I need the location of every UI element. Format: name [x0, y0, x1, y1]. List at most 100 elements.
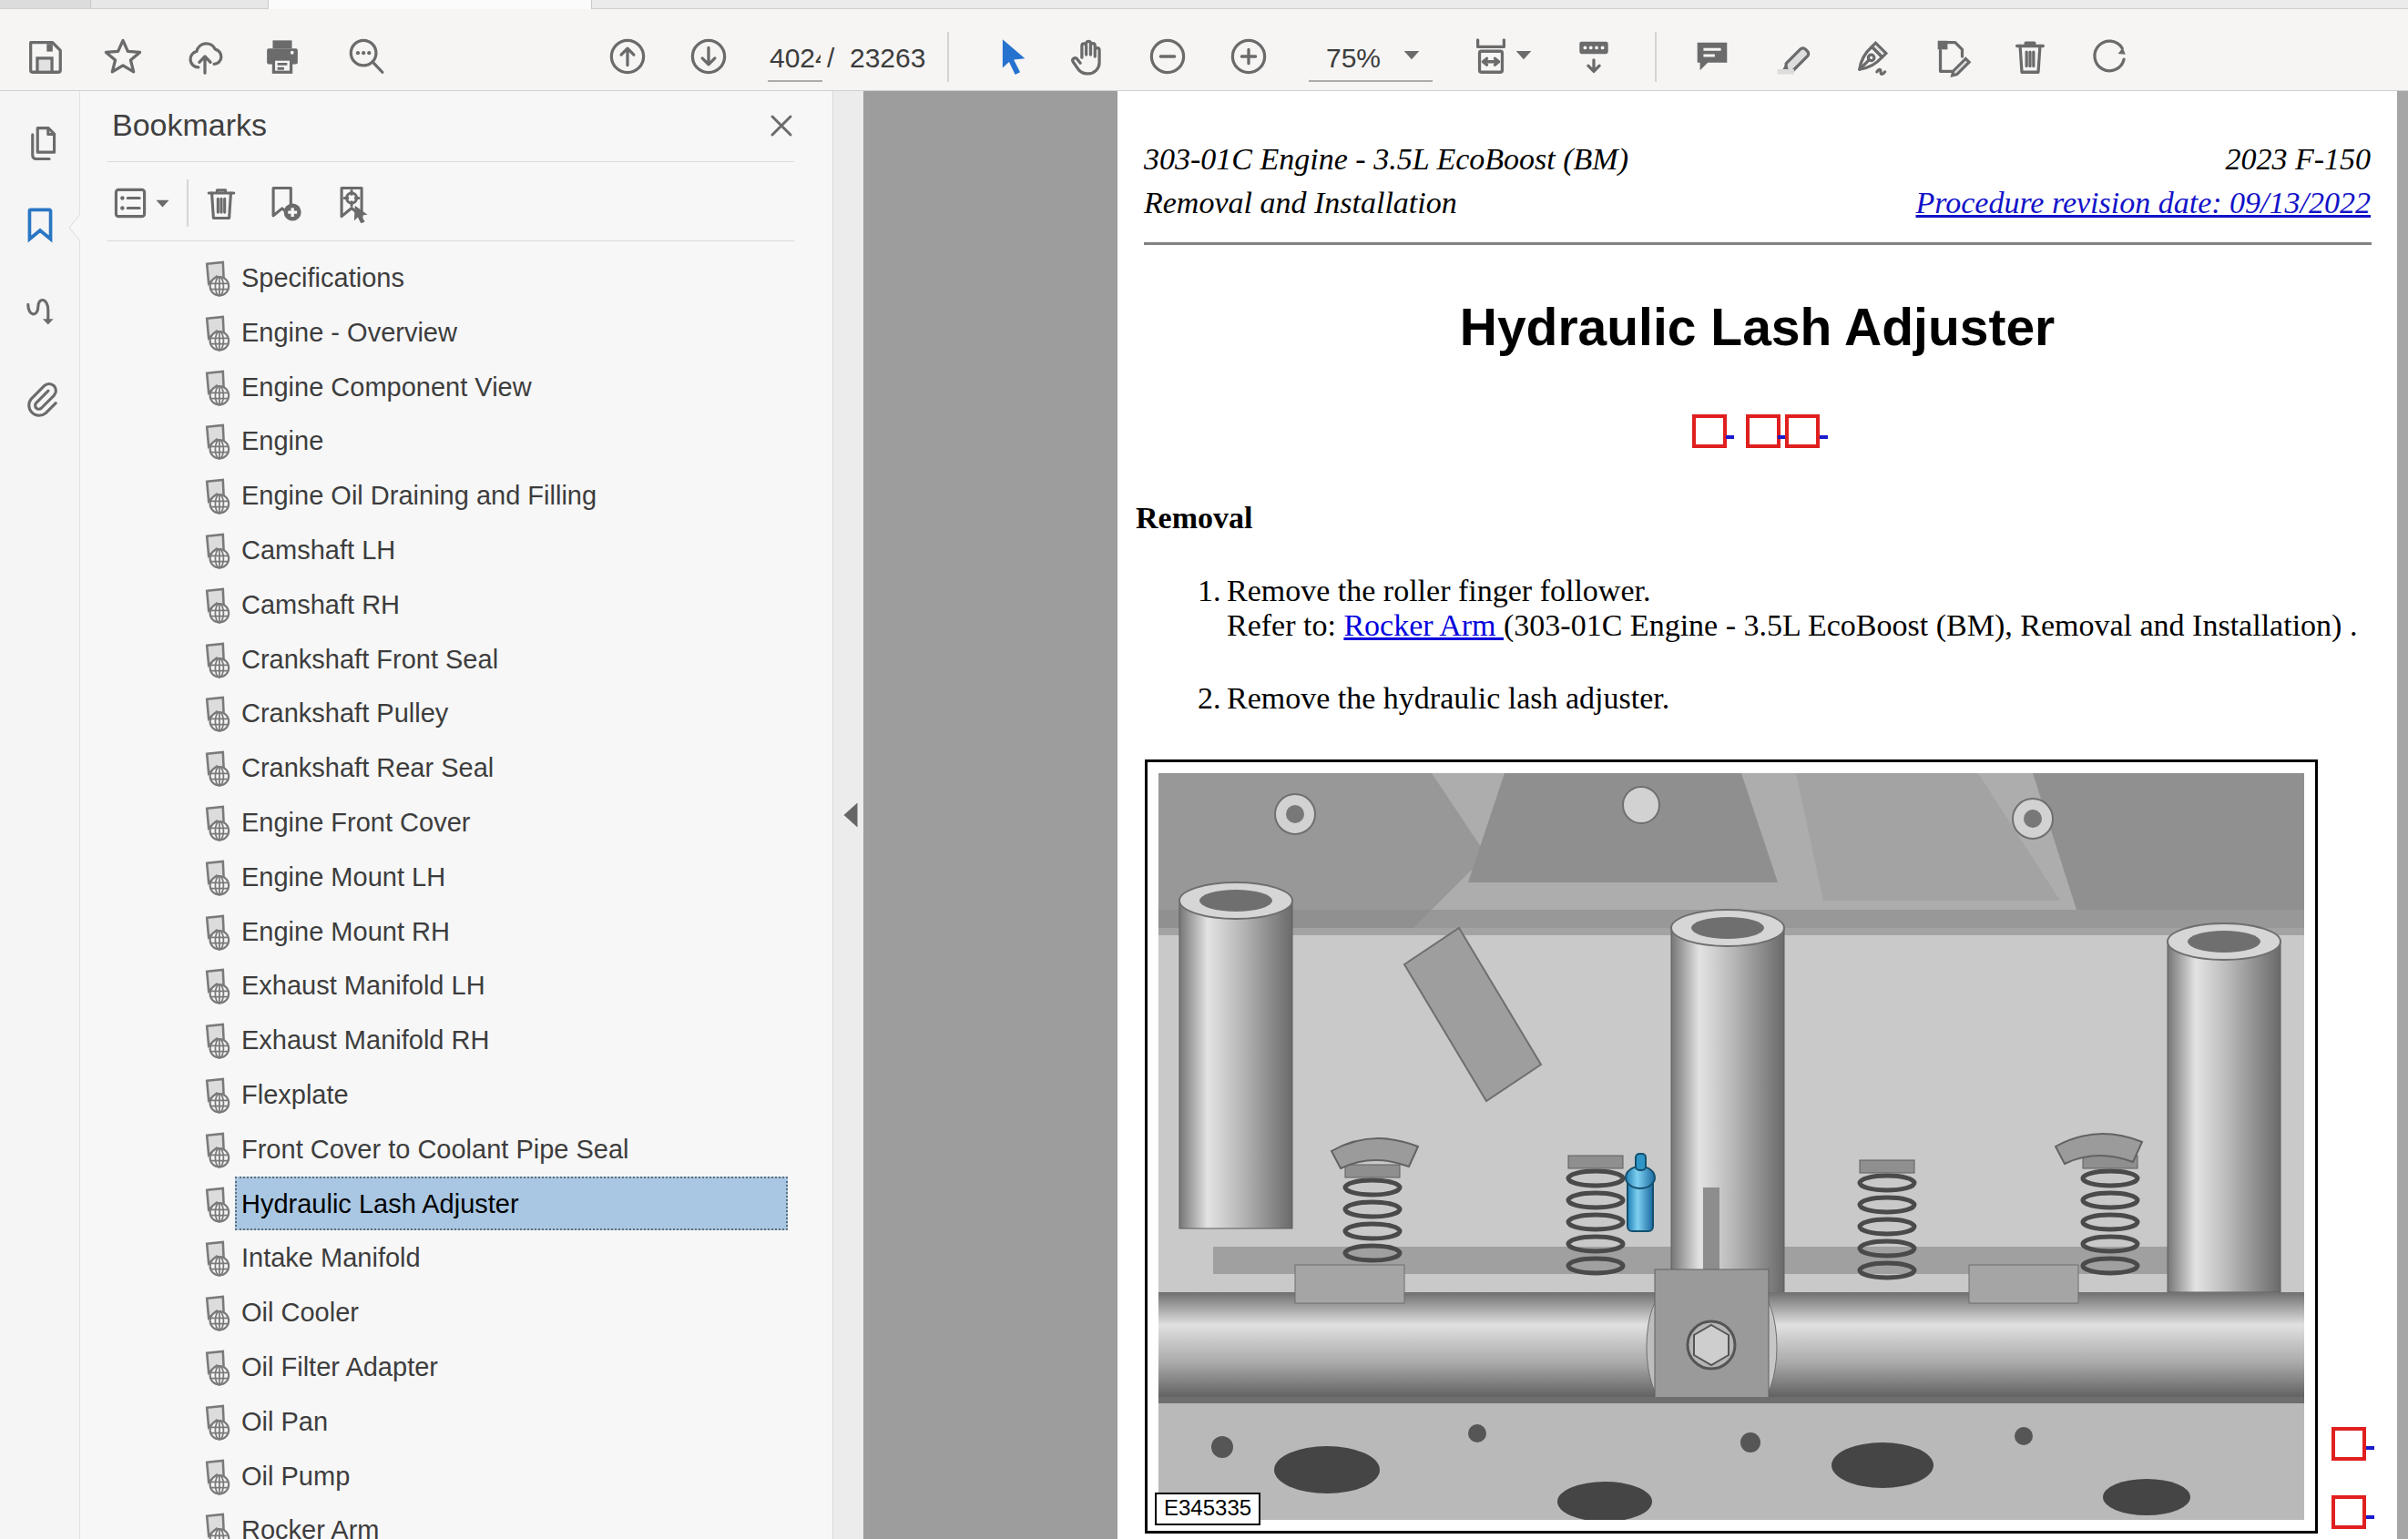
zoom-out-icon[interactable]	[1147, 36, 1189, 77]
add-bookmark-icon[interactable]	[264, 183, 304, 223]
bookmark-item[interactable]: Crankshaft Pulley	[199, 686, 825, 740]
step-text: Remove the roller finger follower. Refer…	[1227, 574, 2357, 643]
attachments-panel-icon[interactable]	[20, 379, 60, 419]
bookmark-item[interactable]: Engine Front Cover	[199, 795, 825, 850]
bookmark-item[interactable]: Oil Pan	[199, 1394, 825, 1449]
comment-icon[interactable]	[1691, 36, 1733, 77]
bookmark-globe-icon	[199, 1291, 231, 1334]
bookmark-item[interactable]: Specifications	[199, 250, 825, 305]
rotate-icon[interactable]	[2088, 36, 2130, 77]
figure-label: E345335	[1155, 1493, 1260, 1525]
bookmark-item[interactable]: Engine - Overview	[199, 305, 825, 360]
doc-revision-link[interactable]: Procedure revision date: 09/13/2022	[1915, 186, 2371, 220]
page-number-input[interactable]: 4024	[770, 43, 821, 74]
share-upload-icon[interactable]	[184, 36, 226, 77]
bookmark-globe-icon	[199, 420, 231, 463]
bookmark-item[interactable]: Exhaust Manifold LH	[199, 958, 825, 1013]
bookmark-item[interactable]: Engine Mount LH	[199, 850, 825, 904]
bookmark-item-label: Camshaft LH	[241, 523, 395, 577]
page-thumbnails-icon[interactable]	[20, 124, 60, 164]
fit-width-icon[interactable]	[1470, 36, 1512, 77]
signatures-panel-icon[interactable]	[20, 297, 60, 337]
bookmark-item-label: Oil Pan	[241, 1394, 328, 1449]
doc-header-divider	[1144, 242, 2372, 245]
bookmark-item[interactable]: Engine Oil Draining and Filling	[199, 468, 825, 523]
bookmark-item[interactable]: Exhaust Manifold RH	[199, 1013, 825, 1067]
bookmark-target-icon[interactable]	[332, 183, 372, 223]
previous-page-icon[interactable]	[607, 36, 648, 77]
zoom-in-icon[interactable]	[1228, 36, 1270, 77]
toolbar-separator	[947, 32, 949, 82]
bookmark-item[interactable]: Engine Component View	[199, 360, 825, 414]
zoom-level-value[interactable]: 75%	[1326, 43, 1381, 74]
broken-image-placeholder[interactable]	[1692, 414, 1727, 448]
bookmark-item-label: Engine - Overview	[241, 305, 457, 360]
bookmark-item[interactable]: Camshaft LH	[199, 523, 825, 577]
bookmark-item-label: Exhaust Manifold RH	[241, 1013, 489, 1067]
window-scrollbar[interactable]	[2397, 91, 2408, 1539]
step-number: 1.	[1198, 574, 1221, 608]
fit-dropdown-caret-icon[interactable]	[1515, 49, 1533, 62]
bookmark-globe-icon	[199, 911, 231, 953]
panel-gutter	[833, 91, 863, 1539]
panel-divider	[107, 161, 794, 162]
bookmark-item-label: Exhaust Manifold LH	[241, 958, 485, 1013]
bookmark-item-label: Specifications	[241, 250, 404, 305]
save-icon[interactable]	[24, 36, 66, 77]
doc-header-section: 303-01C Engine - 3.5L EcoBoost (BM)	[1144, 142, 1628, 177]
broken-image-placeholder[interactable]	[1746, 414, 1780, 448]
rocker-arm-link[interactable]: Rocker Arm	[1343, 608, 1504, 642]
step2-line1: Remove the hydraulic lash adjuster.	[1227, 681, 1669, 715]
delete-bookmark-icon[interactable]	[201, 183, 241, 223]
zoom-dropdown-caret-icon[interactable]	[1403, 49, 1421, 62]
bookmark-item[interactable]: Engine Mount RH	[199, 904, 825, 959]
collapse-panel-icon[interactable]	[842, 801, 859, 829]
close-panel-icon[interactable]	[768, 112, 795, 139]
bookmark-item[interactable]: Crankshaft Rear Seal	[199, 740, 825, 795]
search-icon[interactable]	[345, 36, 387, 77]
bookmark-item[interactable]: Oil Pump	[199, 1449, 825, 1503]
step1-refer-prefix: Refer to:	[1227, 608, 1343, 642]
bookmark-item[interactable]: Rocker Arm	[199, 1503, 825, 1539]
bookmark-item-label: Engine Oil Draining and Filling	[241, 468, 597, 523]
star-icon[interactable]	[102, 36, 144, 77]
bookmark-globe-icon	[199, 801, 231, 844]
bookmark-item[interactable]: Front Cover to Coolant Pipe Seal	[199, 1122, 825, 1177]
delete-pages-icon[interactable]	[2009, 36, 2051, 77]
highlight-icon[interactable]	[1770, 36, 1812, 77]
bookmark-globe-icon	[199, 529, 231, 572]
bookmark-options-icon[interactable]	[110, 183, 150, 223]
panel-divider	[107, 240, 794, 241]
hand-tool-icon[interactable]	[1067, 36, 1109, 77]
bookmark-item[interactable]: Camshaft RH	[199, 577, 825, 632]
engine-illustration	[1158, 773, 2304, 1520]
bookmark-item[interactable]: Intake Manifold	[199, 1230, 825, 1285]
print-icon[interactable]	[261, 36, 303, 77]
options-caret-icon[interactable]	[155, 199, 170, 209]
step-text: Remove the hydraulic lash adjuster.	[1227, 681, 1669, 716]
bookmark-item-label: Engine Component View	[241, 360, 532, 414]
broken-image-placeholder[interactable]	[2331, 1495, 2366, 1529]
broken-image-placeholder[interactable]	[1785, 414, 1820, 448]
bookmark-globe-icon	[199, 1346, 231, 1389]
bookmark-item[interactable]: Flexplate	[199, 1067, 825, 1122]
sign-icon[interactable]	[1852, 36, 1893, 77]
bookmark-item-selected[interactable]: Hydraulic Lash Adjuster	[199, 1177, 825, 1231]
edit-page-icon[interactable]	[1931, 36, 1973, 77]
bookmarks-panel-icon[interactable]	[20, 204, 60, 244]
doc-title: Hydraulic Lash Adjuster	[1117, 297, 2397, 357]
panel-title: Bookmarks	[112, 107, 267, 143]
bookmark-item[interactable]: Engine	[199, 413, 825, 468]
zoom-input-underline	[1309, 80, 1433, 82]
broken-image-placeholder[interactable]	[2331, 1427, 2366, 1461]
bookmark-item[interactable]: Oil Filter Adapter	[199, 1340, 825, 1394]
toolbar-separator	[1655, 32, 1657, 82]
bookmark-globe-icon	[199, 1401, 231, 1443]
select-tool-icon[interactable]	[992, 36, 1034, 77]
hide-toolbar-icon[interactable]	[1573, 36, 1615, 77]
bookmark-item[interactable]: Crankshaft Front Seal	[199, 632, 825, 687]
bookmark-item-label: Engine Front Cover	[241, 795, 470, 850]
next-page-icon[interactable]	[688, 36, 730, 77]
page-separator: /	[827, 43, 834, 74]
bookmark-item[interactable]: Oil Cooler	[199, 1285, 825, 1340]
